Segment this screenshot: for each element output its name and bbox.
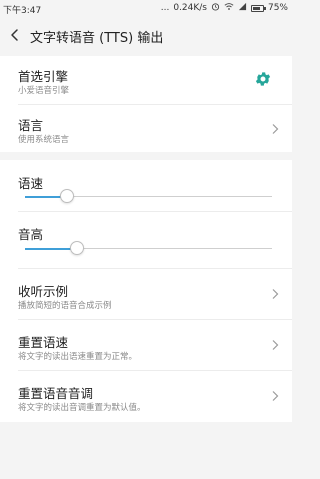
- reset-pitch-row[interactable]: 重置语音音调 将文字的读出音调重置为默认值。: [0, 371, 292, 422]
- speech-rate-row: 语速: [0, 160, 292, 211]
- gear-icon[interactable]: [254, 70, 272, 88]
- status-right: ... 0.24K/s 75%: [161, 2, 288, 14]
- alarm-icon: [211, 2, 220, 14]
- title-bar: 文字转语音 (TTS) 输出: [0, 19, 292, 51]
- listen-example-subtitle: 播放简短的语音合成示例: [18, 301, 112, 311]
- network-speed: 0.24K/s: [173, 3, 207, 13]
- chevron-right-icon: [272, 340, 279, 350]
- status-dots: ...: [160, 3, 170, 13]
- language-title: 语言: [18, 118, 44, 133]
- reset-pitch-title: 重置语音音调: [18, 386, 94, 401]
- chevron-right-icon: [272, 124, 279, 134]
- listen-example-title: 收听示例: [18, 284, 69, 299]
- signal-icon: [238, 2, 247, 14]
- pitch-title: 音高: [18, 227, 44, 242]
- wifi-icon: [224, 2, 234, 14]
- listen-example-row[interactable]: 收听示例 播放简短的语音合成示例: [0, 269, 292, 319]
- battery-percent: 75%: [267, 3, 288, 13]
- reset-rate-title: 重置语速: [18, 335, 69, 350]
- chevron-right-icon: [272, 289, 279, 299]
- status-bar: 下午3:47 ... 0.24K/s 75%: [0, 0, 292, 16]
- settings-card: 语速 音高 收听示例 播放简短的语音合成示例 重置语速 将文字的读出语速重置为正…: [0, 160, 292, 422]
- engine-card: 首选引擎 小爱语音引擎 语言 使用系统语言: [0, 56, 292, 152]
- reset-rate-subtitle: 将文字的读出语速重置为正常。: [18, 352, 138, 362]
- status-time: 下午3:47: [3, 6, 42, 16]
- back-arrow-icon: [11, 29, 18, 41]
- battery-icon: [250, 4, 266, 12]
- language-row[interactable]: 语言 使用系统语言: [0, 105, 292, 152]
- pitch-slider[interactable]: [25, 241, 272, 255]
- preferred-engine-row[interactable]: 首选引擎 小爱语音引擎: [0, 56, 292, 104]
- speech-rate-title: 语速: [18, 176, 44, 191]
- back-button[interactable]: [8, 27, 22, 43]
- speech-rate-slider[interactable]: [25, 189, 272, 203]
- battery-level: [252, 6, 261, 10]
- pitch-row: 音高: [0, 212, 292, 268]
- language-subtitle: 使用系统语言: [18, 135, 70, 145]
- speech-rate-slider-thumb[interactable]: [59, 189, 74, 203]
- pitch-slider-thumb[interactable]: [69, 241, 84, 255]
- preferred-engine-title: 首选引擎: [18, 69, 69, 84]
- reset-pitch-subtitle: 将文字的读出音调重置为默认值。: [18, 403, 146, 413]
- page-title: 文字转语音 (TTS) 输出: [30, 31, 164, 46]
- chevron-right-icon: [272, 391, 279, 401]
- reset-rate-row[interactable]: 重置语速 将文字的读出语速重置为正常。: [0, 320, 292, 370]
- preferred-engine-subtitle: 小爱语音引擎: [18, 86, 70, 96]
